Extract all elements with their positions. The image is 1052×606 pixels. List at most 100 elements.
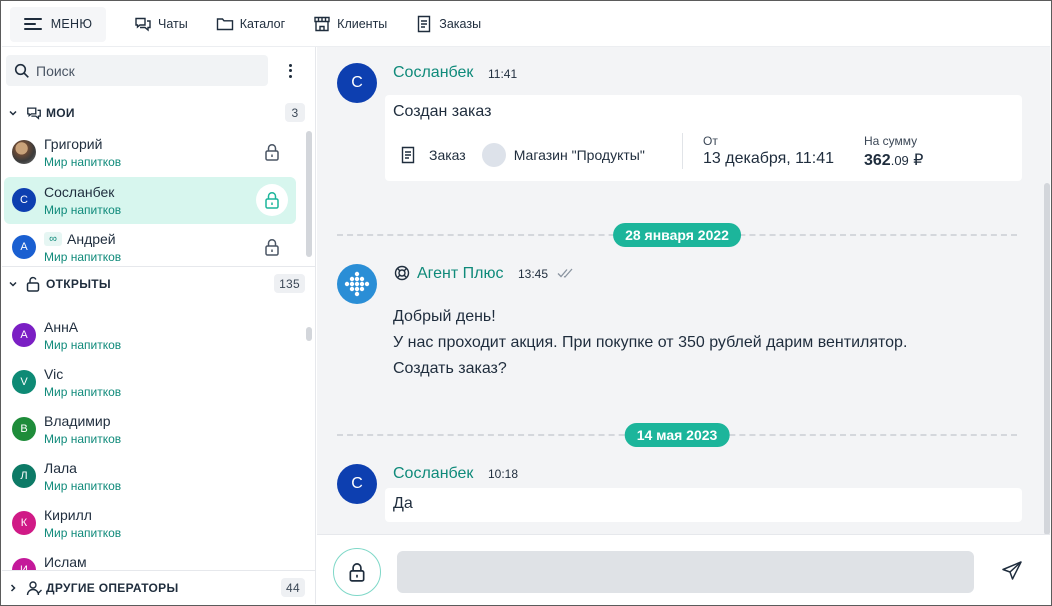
nav-item-catalog[interactable]: Каталог — [216, 9, 285, 39]
chat-item-store: Мир напитков — [44, 203, 122, 217]
store-icon — [314, 16, 330, 32]
sum-integer: 362 — [864, 152, 891, 169]
avatar — [12, 140, 36, 164]
search-icon — [14, 63, 29, 78]
date-pill: 28 января 2022 — [613, 223, 741, 247]
group-label-open: ОТКРЫТЫ — [46, 276, 111, 291]
order-date-value: 13 декабря, 11:41 — [703, 150, 835, 167]
menu-button[interactable]: МЕНЮ — [10, 6, 106, 42]
chat-item-name: Ислам — [44, 554, 87, 570]
chat-item-active[interactable]: С Сосланбек Мир напитков — [4, 177, 296, 224]
group-header-other-operators[interactable]: ДРУГИЕ ОПЕРАТОРЫ 44 — [2, 570, 315, 604]
lock-chat-button[interactable] — [333, 548, 381, 596]
operator-icon — [26, 580, 42, 596]
message-bubble: Да — [385, 488, 1022, 522]
nav-item-clients[interactable]: Клиенты — [313, 9, 387, 39]
message-text: Да — [393, 495, 413, 512]
shop-avatar — [481, 143, 506, 167]
agent-message-text: Добрый день! У нас проходит акция. При п… — [393, 304, 907, 382]
chat-item-name: ∞ Андрей — [44, 231, 116, 247]
document-icon — [401, 146, 415, 164]
chat-item-name: Сосланбек — [44, 184, 114, 200]
order-title: Создан заказ — [393, 103, 492, 120]
avatar: С — [337, 464, 377, 504]
lock-icon[interactable] — [262, 237, 282, 257]
message-composer — [317, 534, 1050, 604]
lock-icon — [349, 563, 365, 582]
chat-item-name: Кирилл — [44, 507, 92, 523]
contact-name: Григорий — [44, 136, 103, 152]
chat-item[interactable]: К Кирилл Мир напитков — [4, 500, 296, 547]
chat-item-name: Лала — [44, 460, 77, 476]
message-author[interactable]: Сосланбек — [393, 64, 473, 82]
chat-item-name: Vic — [44, 366, 63, 382]
order-date-label: От — [703, 134, 718, 148]
chats-icon — [26, 105, 42, 121]
group-count-open: 135 — [274, 274, 305, 293]
chat-item[interactable]: Л Лала Мир напитков — [4, 453, 296, 500]
nav-item-orders[interactable]: Заказы — [415, 9, 481, 39]
lock-icon[interactable] — [256, 184, 288, 216]
search-input[interactable] — [36, 62, 236, 79]
folder-icon — [216, 18, 233, 31]
group-header-open[interactable]: ОТКРЫТЫ 135 — [2, 267, 315, 300]
message-input[interactable] — [397, 551, 974, 593]
order-card[interactable]: Создан заказ Заказ Магазин "Продукты" От… — [385, 95, 1022, 181]
scrollbar-thumb[interactable] — [1044, 183, 1050, 534]
chat-list-sidebar: МОИ 3 Григорий Мир напитков С Сосланбек … — [2, 47, 316, 604]
group-count-mine: 3 — [285, 103, 305, 122]
message-author[interactable]: Агент Плюс — [417, 265, 504, 283]
chevron-right-icon — [8, 583, 18, 593]
currency-sign: ₽ — [913, 152, 924, 169]
message-time: 11:41 — [488, 67, 518, 81]
nav-item-chats[interactable]: Чаты — [134, 9, 188, 39]
message-author[interactable]: Сосланбек — [393, 465, 473, 483]
avatar: В — [12, 417, 36, 441]
sum-fraction: .09 — [890, 153, 909, 168]
top-navigation-bar: МЕНЮ Чаты Каталог Клиенты Заказы — [2, 2, 1050, 47]
shop-name: Магазин "Продукты" — [513, 147, 645, 163]
double-check-icon — [557, 268, 573, 278]
chat-item[interactable]: А АннА Мир напитков — [4, 312, 296, 359]
avatar: А — [12, 235, 36, 259]
contact-name: Ислам — [44, 554, 87, 570]
avatar: С — [337, 63, 377, 103]
search-box[interactable] — [6, 55, 268, 86]
group-header-mine[interactable]: МОИ 3 — [2, 96, 315, 129]
chat-item[interactable]: В Владимир Мир напитков — [4, 406, 296, 453]
lifebuoy-icon — [394, 265, 410, 281]
contact-name: АннА — [44, 319, 79, 335]
more-options-icon[interactable] — [282, 61, 298, 81]
send-icon — [1002, 561, 1022, 580]
contact-name: Vic — [44, 366, 64, 382]
message-line: У нас проходит акция. При покупке от 350… — [393, 334, 908, 351]
scrollbar-thumb[interactable] — [306, 327, 312, 341]
contact-name: Владимир — [44, 413, 111, 429]
message-time: 10:18 — [488, 467, 519, 481]
group-label-other: ДРУГИЕ ОПЕРАТОРЫ — [46, 580, 179, 595]
chat-item-store: Мир напитков — [44, 432, 122, 446]
group-label-mine: МОИ — [46, 105, 75, 120]
infinity-badge: ∞ — [44, 232, 62, 246]
app-window: МЕНЮ Чаты Каталог Клиенты Заказы Поиск М… — [0, 0, 1052, 606]
lock-icon[interactable] — [262, 142, 282, 162]
bot-avatar — [337, 264, 377, 304]
agent-logo-icon — [344, 271, 370, 297]
chat-item-store: Мир напитков — [44, 526, 122, 540]
message-time: 13:45 — [518, 267, 549, 281]
chat-item[interactable]: Григорий Мир напитков — [4, 129, 296, 176]
avatar: Л — [12, 464, 36, 488]
chat-item-name: Григорий — [44, 136, 102, 152]
chat-item[interactable]: А ∞ Андрей Мир напитков — [4, 224, 296, 271]
contact-name: Кирилл — [44, 507, 92, 523]
chat-item[interactable]: V Vic Мир напитков — [4, 359, 296, 406]
chevron-down-icon — [8, 279, 18, 289]
contact-name: Сосланбек — [44, 184, 115, 200]
group-count-other: 44 — [281, 578, 305, 597]
menu-label: МЕНЮ — [50, 17, 93, 31]
avatar: К — [12, 511, 36, 535]
document-icon — [418, 15, 431, 33]
scrollbar-thumb[interactable] — [306, 131, 312, 257]
group-header-row: ДРУГИЕ ОПЕРАТОРЫ 44 — [2, 571, 315, 604]
send-button[interactable] — [999, 558, 1025, 584]
